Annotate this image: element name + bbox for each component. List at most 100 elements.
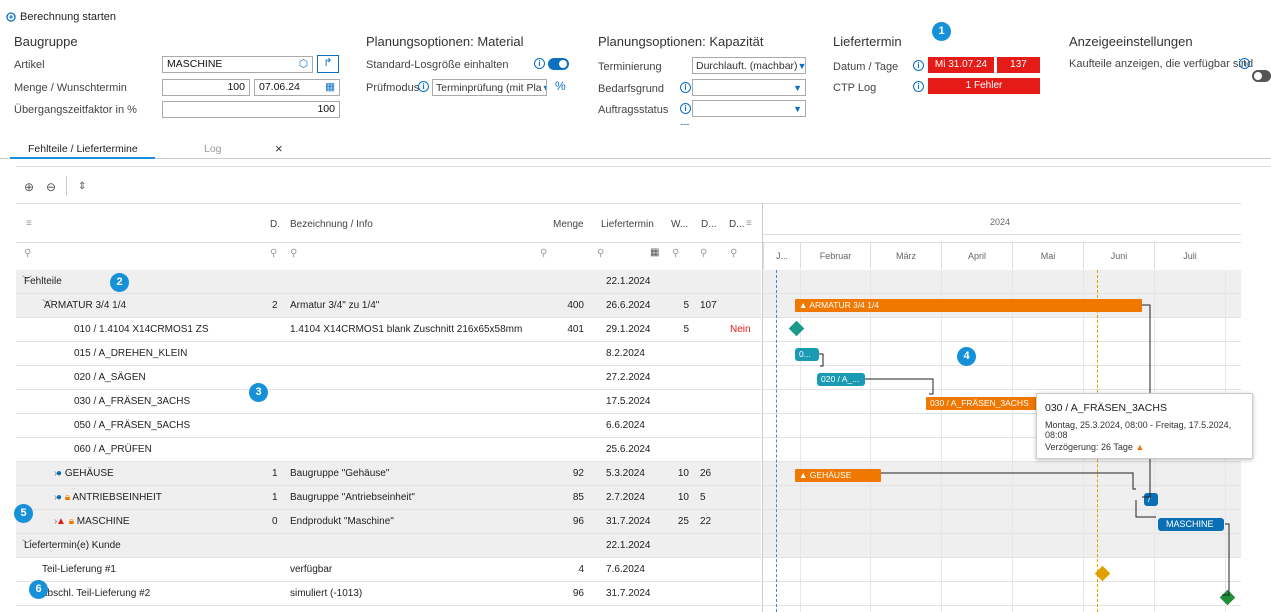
row-termin: 27.2.2024 bbox=[606, 372, 651, 383]
table-row[interactable]: ﹀ Liefertermin(e) Kunde 22.1.2024 bbox=[16, 534, 761, 558]
filter-icon[interactable]: ≡ bbox=[746, 218, 752, 229]
col-liefertermin[interactable]: Liefertermin bbox=[601, 219, 654, 230]
warning-icon: ▲ bbox=[1135, 442, 1145, 452]
row-w bbox=[671, 270, 689, 294]
info-icon: i bbox=[534, 58, 545, 69]
row-info bbox=[290, 438, 540, 462]
info-icon: i bbox=[913, 81, 924, 92]
liefertermin-title: Liefertermin bbox=[833, 34, 902, 49]
warning-icon: ▲ bbox=[56, 516, 66, 527]
pruefmodus-select[interactable]: Terminprüfung (mit Pla▼ bbox=[432, 79, 547, 96]
close-tab-icon[interactable]: × bbox=[275, 141, 283, 156]
row-info: 1.4104 X14CRMOS1 blank Zuschnitt 216x65x… bbox=[290, 324, 523, 335]
row-info bbox=[290, 390, 540, 414]
row-menge: 401 bbox=[567, 324, 584, 335]
tab-bar: Fehlteile / Liefertermine Log × bbox=[0, 140, 1271, 159]
col-bezeichnung[interactable]: Bezeichnung / Info bbox=[290, 219, 373, 230]
tab-log[interactable]: Log bbox=[204, 143, 222, 155]
bedarfsgrund-select[interactable]: ▼ bbox=[692, 79, 806, 96]
row-name: abschl. Teil-Lieferung #2 bbox=[42, 588, 151, 599]
row-menge: 96 bbox=[572, 588, 584, 599]
search-icon[interactable]: ⚲ bbox=[672, 248, 679, 259]
col-menge[interactable]: Menge bbox=[553, 219, 584, 230]
col-w[interactable]: W... bbox=[671, 219, 688, 230]
artikel-input[interactable]: MASCHINE ⬡ bbox=[162, 56, 313, 73]
chevron-down-icon: ▼ bbox=[793, 82, 802, 93]
callout-badge-2: 2 bbox=[110, 273, 129, 292]
table-row[interactable]: Teil-Lieferung #1 verfügbar 4 7.6.2024 bbox=[16, 558, 761, 582]
faktor-input[interactable]: 100 bbox=[162, 101, 340, 118]
tage-value: 137 bbox=[997, 57, 1040, 73]
table-row[interactable]: › ▲ 🔒︎ MASCHINE 0 Endprodukt "Maschine" 96 31… bbox=[16, 510, 761, 534]
col-d3[interactable]: D... bbox=[729, 219, 745, 230]
auftragsstatus-select[interactable]: ▼ bbox=[692, 100, 806, 117]
datum-value: Mi 31.07.24 bbox=[928, 57, 994, 73]
table-row[interactable]: 010 / 1.4104 X14CRMOS1 ZS 1.4104 X14CRMOS… bbox=[16, 318, 761, 342]
gantt-month: Juli bbox=[1154, 243, 1225, 269]
calendar-icon: ▦ bbox=[325, 81, 335, 93]
table-row[interactable]: 015 / A_DREHEN_KLEIN 8.2.2024 bbox=[16, 342, 761, 366]
gantt-month: März bbox=[870, 243, 941, 269]
losgroesse-toggle[interactable] bbox=[548, 58, 569, 70]
pruefmodus-label: Prüfmodus bbox=[366, 82, 420, 94]
tooltip-line2: Verzögerung: 26 Tage bbox=[1045, 442, 1133, 452]
table-row[interactable]: 050 / A_FRÄSEN_5ACHS 6.6.2024 bbox=[16, 414, 761, 438]
row-w: 5 bbox=[683, 300, 689, 311]
open-article-button[interactable]: ↱ bbox=[317, 55, 339, 73]
kaufteile-toggle[interactable] bbox=[1252, 70, 1271, 82]
table-row[interactable]: 060 / A_PRÜFEN 25.6.2024 bbox=[16, 438, 761, 462]
row-w bbox=[671, 366, 689, 390]
search-icon[interactable]: ⚲ bbox=[700, 248, 707, 259]
cube-icon: ⬡ bbox=[298, 58, 308, 70]
row-name: Fehlteile bbox=[24, 276, 62, 287]
col-d2[interactable]: D... bbox=[701, 219, 717, 230]
row-info: verfügbar bbox=[290, 564, 333, 575]
gantt-year: 2024 bbox=[990, 217, 1011, 227]
table-row[interactable]: 020 / A_SÄGEN 27.2.2024 bbox=[16, 366, 761, 390]
terminierung-select[interactable]: Durchlauft. (machbar) ▼ bbox=[692, 57, 806, 74]
info-icon: i bbox=[680, 82, 691, 93]
losgroesse-label: Standard-Losgröße einhalten bbox=[366, 59, 509, 71]
row-termin: 22.1.2024 bbox=[606, 540, 651, 551]
row-w bbox=[671, 342, 689, 366]
percent-icon[interactable]: % bbox=[555, 79, 566, 93]
callout-badge-6: 6 bbox=[29, 580, 48, 599]
info-icon: i bbox=[418, 81, 429, 92]
menge-input[interactable]: 100 bbox=[162, 79, 250, 96]
more-options-link[interactable]: ...... bbox=[680, 117, 690, 127]
zoom-out-icon[interactable]: ⊖ bbox=[46, 180, 56, 194]
divider bbox=[66, 176, 67, 196]
search-icon[interactable]: ⚲ bbox=[730, 248, 737, 259]
filter-icon[interactable]: ≡ bbox=[26, 218, 32, 229]
ctp-log-link[interactable]: 1 Fehler bbox=[928, 78, 1040, 94]
chevron-down-icon: ▼ bbox=[542, 83, 546, 93]
terminierung-value: Durchlauft. (machbar) bbox=[696, 59, 798, 72]
info-icon: i bbox=[1239, 58, 1250, 69]
row-d3: Nein bbox=[730, 324, 751, 335]
anzeige-title: Anzeigeeinstellungen bbox=[1069, 34, 1193, 49]
search-icon[interactable]: ⚲ bbox=[540, 248, 547, 259]
tab-fehlteile[interactable]: Fehlteile / Liefertermine bbox=[28, 143, 138, 155]
divider bbox=[16, 166, 1271, 167]
row-name: 010 / 1.4104 X14CRMOS1 ZS bbox=[74, 324, 209, 335]
table-row[interactable]: 030 / A_FRÄSEN_3ACHS 17.5.2024 bbox=[16, 390, 761, 414]
row-info: Baugruppe "Gehäuse" bbox=[290, 468, 390, 479]
search-icon[interactable]: ⚲ bbox=[24, 248, 31, 259]
search-icon[interactable]: ⚲ bbox=[270, 248, 277, 259]
calendar-icon[interactable]: ▦ bbox=[650, 247, 659, 258]
tooltip-title: 030 / A_FRÄSEN_3ACHS bbox=[1045, 402, 1167, 414]
col-d[interactable]: D. bbox=[270, 219, 280, 230]
start-calculation-button[interactable]: Berechnung starten bbox=[6, 11, 116, 23]
row-name: ● 🔒︎ ANTRIEBSEINHEIT bbox=[56, 492, 162, 503]
search-icon[interactable]: ⚲ bbox=[290, 248, 297, 259]
zoom-in-icon[interactable]: ⊕ bbox=[24, 180, 34, 194]
collapse-icon[interactable]: ⇕ bbox=[78, 181, 86, 192]
search-icon[interactable]: ⚲ bbox=[597, 248, 604, 259]
row-info: Armatur 3/4" zu 1/4" bbox=[290, 300, 380, 311]
table-row[interactable]: abschl. Teil-Lieferung #2 simuliert (-101… bbox=[16, 582, 761, 606]
table-row[interactable]: › ● 🔒︎ ANTRIEBSEINHEIT 1 Baugruppe "Antrieb… bbox=[16, 486, 761, 510]
table-row[interactable]: ﹀ ARMATUR 3/4 1/4 2 Armatur 3/4" zu 1/4" 400… bbox=[16, 294, 761, 318]
wunschtermin-input[interactable]: 07.06.24 ▦ bbox=[254, 79, 340, 96]
table-row[interactable]: › ● GEHÄUSE 1 Baugruppe "Gehäuse" 92 5.3.2024… bbox=[16, 462, 761, 486]
lock-icon: 🔒︎ bbox=[64, 492, 71, 503]
